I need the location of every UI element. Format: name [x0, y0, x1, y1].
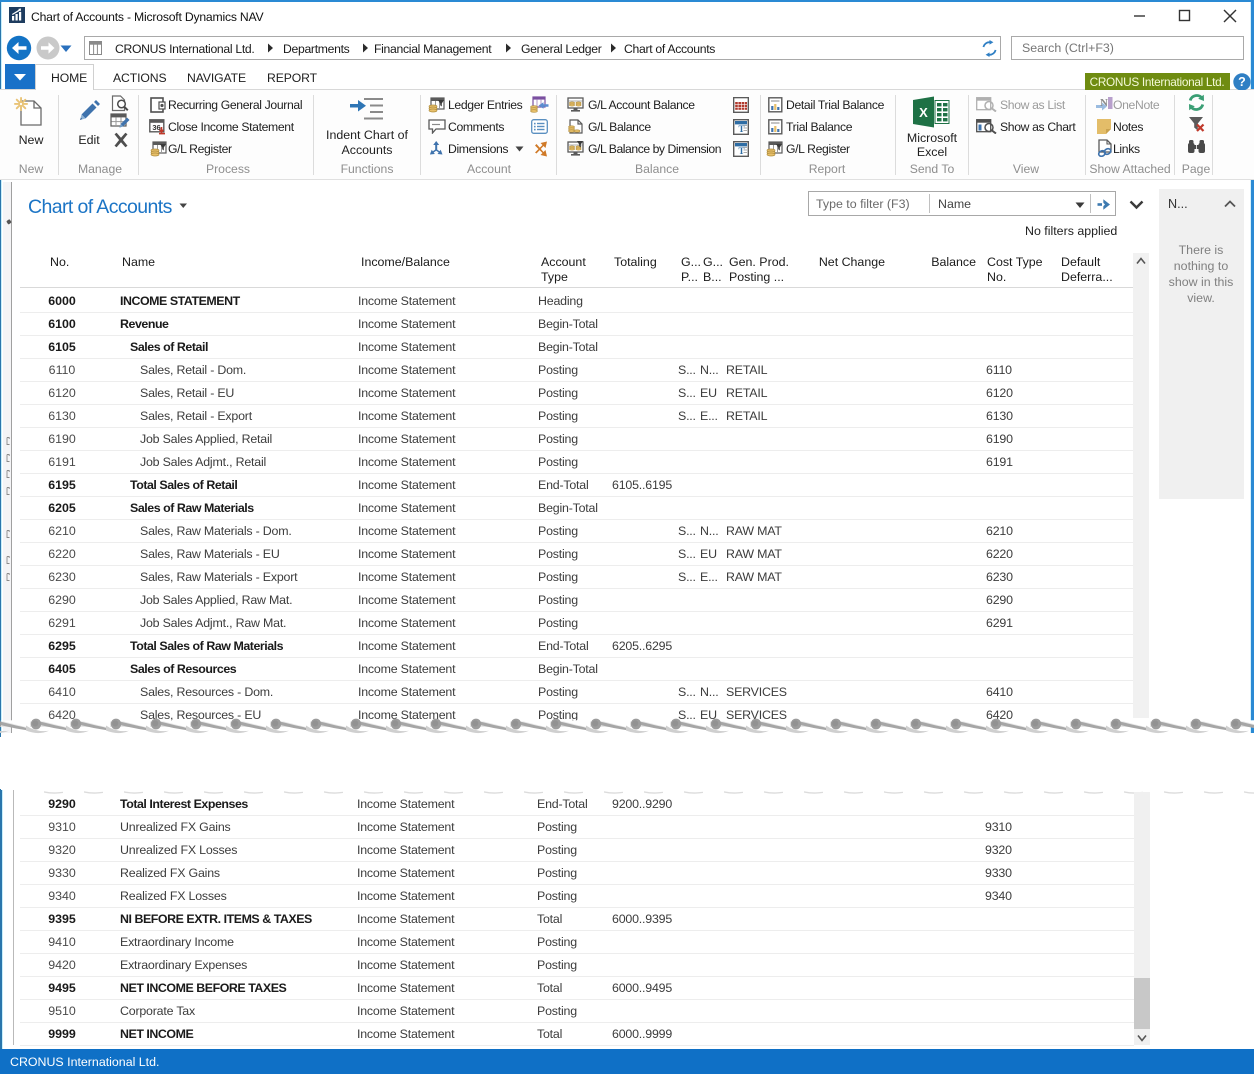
svg-text:?: ? [1238, 75, 1246, 89]
svg-text:N: N [1100, 97, 1108, 109]
svg-text:X: X [919, 105, 928, 120]
